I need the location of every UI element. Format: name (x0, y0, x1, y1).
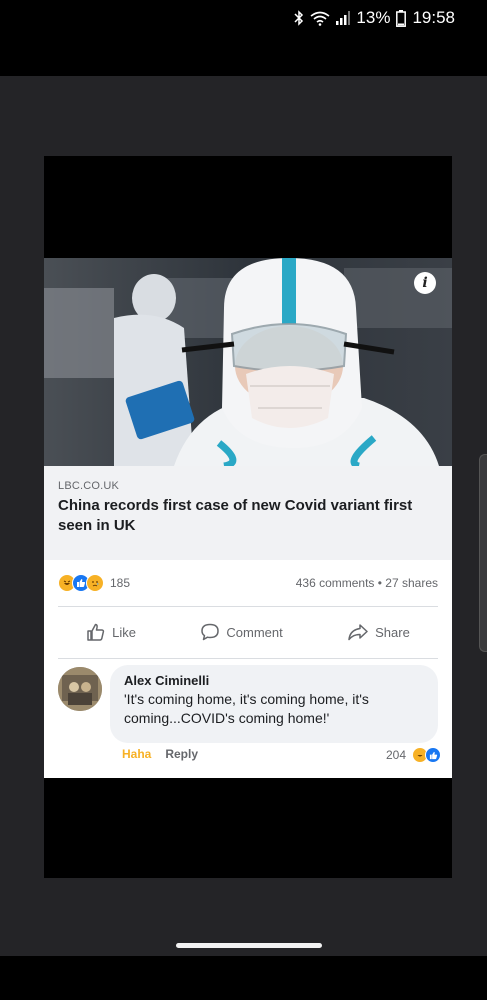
hazmat-worker-photo (44, 258, 452, 466)
comment-label: Comment (226, 624, 283, 640)
article-image[interactable]: i (44, 258, 452, 466)
reaction-summary[interactable]: 185 (58, 574, 130, 592)
clock: 19:58 (412, 8, 455, 27)
image-viewer: i LBC.CO.UK China records first case of … (0, 76, 487, 956)
post-actions: Like Comment Share (44, 606, 452, 658)
post-stats: 185 436 comments • 27 shares (44, 560, 452, 606)
haha-reaction-button[interactable]: Haha (122, 747, 151, 761)
post-card: LBC.CO.UK China records first case of ne… (44, 466, 452, 778)
comment-author[interactable]: Alex Ciminelli (124, 673, 424, 688)
battery-icon (396, 9, 407, 27)
link-preview[interactable]: LBC.CO.UK China records first case of ne… (44, 466, 452, 560)
info-icon[interactable]: i (414, 272, 436, 294)
comment-reaction-summary[interactable]: 204 (385, 747, 441, 763)
sad-reaction-icon (86, 574, 104, 592)
comment-actions: Haha Reply (122, 747, 198, 761)
share-button[interactable]: Share (347, 622, 410, 642)
status-bar: 13% 19:58 (0, 0, 487, 36)
comment-button[interactable]: Comment (200, 622, 283, 642)
wifi-icon (310, 11, 330, 26)
share-arrow-icon (347, 622, 369, 642)
reaction-count: 185 (110, 576, 131, 590)
comment-bubble[interactable]: Alex Ciminelli 'It's coming home, it's c… (110, 665, 438, 743)
home-indicator[interactable] (176, 943, 322, 948)
comment-bubble-icon (200, 622, 220, 642)
comments-shares-count[interactable]: 436 comments • 27 shares (296, 576, 438, 590)
comment-text: 'It's coming home, it's coming home, it'… (124, 691, 369, 726)
reply-button[interactable]: Reply (165, 747, 198, 761)
like-button[interactable]: Like (86, 622, 136, 642)
edge-panel-handle[interactable] (479, 454, 487, 652)
battery-percent: 13% (356, 8, 391, 27)
link-source: LBC.CO.UK (58, 480, 120, 492)
comment-reaction-count: 204 (385, 748, 406, 762)
article-headline: China records first case of new Covid va… (58, 497, 413, 534)
screenshot-frame: i LBC.CO.UK China records first case of … (44, 156, 452, 878)
like-label: Like (112, 624, 137, 640)
comment: Alex Ciminelli 'It's coming home, it's c… (44, 659, 452, 777)
avatar[interactable] (58, 667, 102, 711)
like-reaction-icon (425, 747, 441, 763)
signal-icon (336, 11, 351, 25)
thumbs-up-icon (86, 622, 106, 642)
share-label: Share (375, 624, 410, 640)
bluetooth-icon (294, 10, 304, 26)
